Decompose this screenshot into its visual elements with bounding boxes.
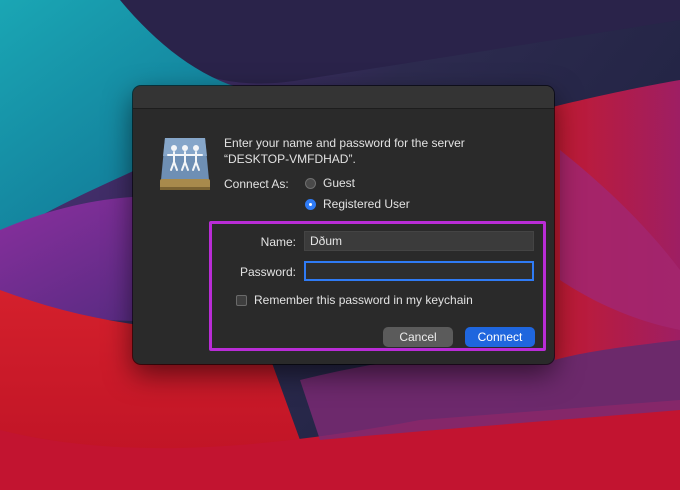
radio-guest-label: Guest bbox=[323, 176, 356, 190]
radio-registered-user-label: Registered User bbox=[323, 197, 410, 211]
name-field[interactable] bbox=[304, 231, 534, 251]
connect-as-label: Connect As: bbox=[224, 177, 289, 191]
remember-password-checkbox[interactable] bbox=[236, 294, 247, 306]
shared-server-icon bbox=[160, 138, 210, 190]
remember-password-option[interactable]: Remember this password in my keychain bbox=[236, 293, 473, 307]
connect-button[interactable]: Connect bbox=[465, 327, 535, 347]
radio-guest-indicator[interactable] bbox=[305, 177, 316, 189]
remember-password-label: Remember this password in my keychain bbox=[254, 293, 473, 307]
radio-guest[interactable]: Guest bbox=[305, 176, 355, 190]
radio-registered-user[interactable]: Registered User bbox=[305, 197, 410, 211]
auth-message: Enter your name and password for the ser… bbox=[224, 135, 544, 167]
message-line-1: Enter your name and password for the ser… bbox=[224, 136, 465, 150]
login-dialog: Enter your name and password for the ser… bbox=[133, 86, 554, 364]
dialog-titlebar[interactable] bbox=[133, 86, 554, 109]
password-label: Password: bbox=[239, 265, 296, 279]
name-label: Name: bbox=[260, 235, 296, 249]
password-field[interactable] bbox=[304, 261, 534, 281]
radio-registered-user-indicator[interactable] bbox=[305, 198, 316, 210]
cancel-button[interactable]: Cancel bbox=[383, 327, 453, 347]
message-line-2: “DESKTOP-VMFDHAD”. bbox=[224, 152, 356, 166]
